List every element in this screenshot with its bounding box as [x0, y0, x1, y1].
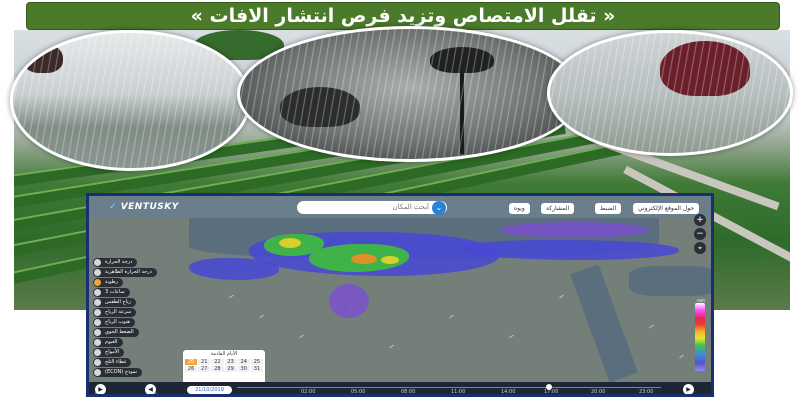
logo-text: VENTUSKY: [120, 202, 179, 212]
tab-whats-new[interactable]: ويوه: [509, 203, 530, 214]
rain-photo-center: [237, 26, 583, 162]
calendar-day[interactable]: 24: [237, 359, 250, 365]
calendar-day[interactable]: 27: [198, 366, 211, 372]
layer-wind-gusts[interactable]: هبوب الرياح: [93, 318, 135, 327]
precip-area: [351, 254, 377, 264]
calendar-day[interactable]: 21: [198, 359, 211, 365]
layer-humidity[interactable]: رطوبة: [93, 278, 124, 287]
layer-temperature[interactable]: درجة الحرارة: [93, 258, 138, 267]
layer-wind-speed[interactable]: سرعة الرياح: [93, 308, 137, 317]
locate-button[interactable]: ⌖: [694, 242, 706, 254]
precip-area: [279, 238, 301, 248]
eastern-water: [629, 266, 711, 296]
layer-pressure[interactable]: الضغط الجوي: [93, 328, 139, 337]
layer-icon: [94, 369, 101, 376]
precip-area: [329, 284, 369, 318]
calendar-day[interactable]: 31: [250, 366, 263, 372]
hour-label[interactable]: 05:00: [351, 389, 365, 394]
calendar-title: الأيام القادمة: [210, 351, 238, 357]
layer-icon: [94, 319, 101, 326]
layer-feels-like[interactable]: درجة الحرارة الظاهرية: [93, 268, 157, 277]
hour-label[interactable]: 08:00: [401, 389, 415, 394]
timeline-bar: ▶ تشغيل ◀ السابق التاريخ 02:00 05:00 08:…: [89, 382, 711, 396]
layer-icon: [94, 289, 101, 296]
zoom-out-button[interactable]: −: [694, 228, 706, 240]
tab-settings[interactable]: الضبط: [595, 203, 622, 214]
ventusky-logo[interactable]: ✓ VENTUSKY: [109, 202, 179, 212]
calendar-day[interactable]: 26: [185, 366, 198, 372]
hour-label[interactable]: 20:00: [591, 389, 605, 394]
layer-model[interactable]: نموذج (ECON): [93, 368, 143, 377]
hour-label[interactable]: 11:00: [451, 389, 465, 394]
calendar-day[interactable]: 30: [237, 366, 250, 372]
precip-area: [499, 222, 649, 238]
hour-label[interactable]: 17:00: [544, 389, 558, 394]
layer-icon: [94, 299, 101, 306]
layer-icon: [94, 279, 101, 286]
layer-icon: [94, 349, 101, 356]
date-picker[interactable]: الأيام القادمة 20 21 22 23 24 25 26 27 2…: [183, 350, 265, 384]
hour-label[interactable]: 14:00: [501, 389, 515, 394]
ventusky-map-panel: ✓ VENTUSKY ⌄ ويوه المشاركة الضبط حول الم…: [86, 193, 714, 397]
calendar-day[interactable]: 29: [224, 366, 237, 372]
timeline-handle[interactable]: [546, 384, 552, 390]
rain-streaks: [240, 29, 580, 159]
calendar-day[interactable]: 20: [185, 359, 198, 365]
layer-icon: [94, 359, 101, 366]
ventusky-topbar: ✓ VENTUSKY ⌄ ويوه المشاركة الضبط حول الم…: [89, 196, 711, 218]
headline-text: « تقلل الامتصاص وتزيد فرص انتشار الافات …: [190, 5, 616, 27]
rain-photo-left: [10, 30, 251, 171]
layer-weather-wind[interactable]: رياح الطقس: [93, 298, 137, 307]
rain-streaks: [13, 33, 248, 168]
hour-label[interactable]: 23:00: [639, 389, 653, 394]
precipitation-legend: [695, 303, 705, 371]
timeline-track[interactable]: [237, 387, 661, 388]
layer-clouds[interactable]: الغيوم: [93, 338, 123, 347]
calendar-day[interactable]: 23: [224, 359, 237, 365]
search-input[interactable]: [297, 201, 447, 214]
current-date[interactable]: 21/10/2019: [187, 386, 232, 394]
layer-icon: [94, 269, 101, 276]
hour-label[interactable]: 02:00: [301, 389, 315, 394]
prev-caption: السابق: [145, 391, 157, 396]
layer-icon: [94, 259, 101, 266]
tab-about[interactable]: حول الموقع الإلكتروني: [633, 203, 700, 214]
calendar-grid: 20 21 22 23 24 25 26 27 28 29 30 31: [183, 357, 265, 374]
calendar-day[interactable]: 25: [250, 359, 263, 365]
calendar-day[interactable]: 22: [211, 359, 224, 365]
next-caption: التالي: [683, 391, 693, 396]
layer-3-hours[interactable]: ساعات 3: [93, 288, 130, 297]
rain-streaks: [550, 33, 790, 153]
play-caption: تشغيل: [93, 391, 104, 396]
layer-icon: [94, 329, 101, 336]
logo-mark-icon: ✓: [109, 202, 118, 212]
tab-share[interactable]: المشاركة: [541, 203, 575, 214]
layer-icon: [94, 339, 101, 346]
precip-area: [381, 256, 399, 264]
rain-photo-right: [547, 30, 793, 156]
chevron-down-icon[interactable]: ⌄: [432, 201, 446, 215]
calendar-day[interactable]: 28: [211, 366, 224, 372]
zoom-in-button[interactable]: +: [694, 214, 706, 226]
layer-waves[interactable]: الأمواج: [93, 348, 125, 357]
layer-snow[interactable]: غطاء الثلج: [93, 358, 132, 367]
layer-icon: [94, 309, 101, 316]
